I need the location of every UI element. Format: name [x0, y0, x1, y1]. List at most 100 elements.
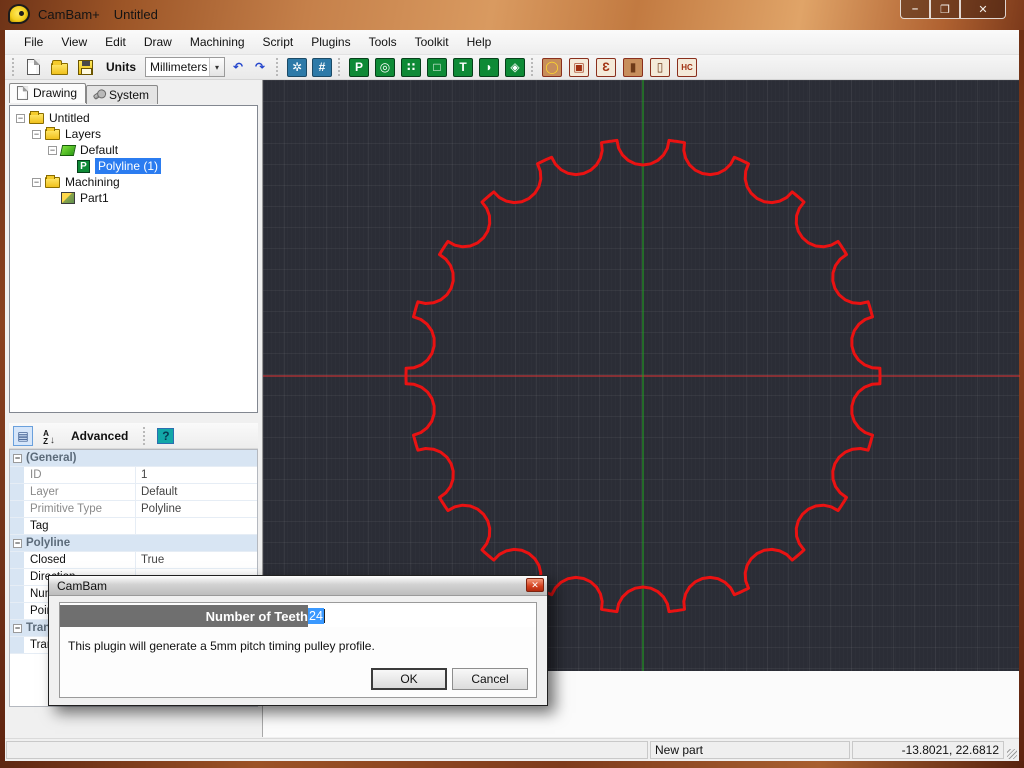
plugin-dialog: CamBam ✕ Number of Teeth 24 This plugin … — [48, 575, 548, 706]
prop-row-tag[interactable]: Tag — [10, 518, 257, 535]
prop-category--general-[interactable]: −(General) — [10, 450, 257, 467]
prop-category-polyline[interactable]: −Polyline — [10, 535, 257, 552]
menu-view[interactable]: View — [52, 31, 96, 53]
draw-text-icon[interactable]: T — [453, 58, 473, 77]
page-icon — [17, 86, 28, 100]
prop-value[interactable]: True — [136, 552, 257, 568]
menu-plugins[interactable]: Plugins — [302, 31, 359, 53]
menu-machining[interactable]: Machining — [181, 31, 254, 53]
new-file-icon[interactable] — [23, 58, 43, 77]
folder-icon — [45, 177, 60, 188]
undo-redo-group: ↶↷ — [228, 58, 270, 77]
pocket-mop-icon[interactable]: ▣ — [569, 58, 589, 77]
drawing-tree: −Untitled−Layers−DefaultPPolyline (1)−Ma… — [9, 105, 258, 413]
draw-rectangle-icon[interactable]: □ — [427, 58, 447, 77]
draw-circle-icon[interactable]: ◎ — [375, 58, 395, 77]
prop-indent — [10, 603, 24, 619]
tree-expander[interactable]: − — [48, 146, 57, 155]
teeth-prompt-label: Number of Teeth — [60, 605, 308, 627]
prop-indent — [10, 501, 24, 517]
prop-value[interactable] — [136, 518, 257, 534]
gcode-icon[interactable]: HC — [677, 58, 697, 77]
tree-item-part1[interactable]: Part1 — [10, 190, 257, 206]
tree-expander[interactable]: − — [32, 130, 41, 139]
category-expander[interactable]: − — [13, 539, 22, 548]
draw-arc-icon[interactable]: ◗ — [479, 58, 499, 77]
teeth-input[interactable]: 24 — [308, 605, 536, 627]
show-grid-icon[interactable]: # — [312, 58, 332, 77]
profile-mop-icon[interactable]: ◯ — [542, 58, 562, 77]
prop-value[interactable]: Polyline — [136, 501, 257, 517]
undo-icon[interactable]: ↶ — [228, 58, 248, 77]
tree-item-polyline-1-[interactable]: PPolyline (1) — [10, 158, 257, 174]
save-icon[interactable] — [75, 58, 95, 77]
machining-icon-group: ◯ ▣ Ɛ ▮ ▯ HC — [542, 58, 697, 77]
open-file-icon — [51, 63, 68, 75]
category-expander[interactable]: − — [13, 624, 22, 633]
tree-item-layers[interactable]: −Layers — [10, 126, 257, 142]
toolbar-grip — [338, 58, 343, 76]
menu-tools[interactable]: Tools — [360, 31, 406, 53]
prop-value[interactable]: 1 — [136, 467, 257, 483]
drill-mop-icon[interactable]: ▯ — [650, 58, 670, 77]
draw-surface-icon[interactable]: ◈ — [505, 58, 525, 77]
sort-z: Z — [43, 438, 49, 446]
tree-item-default[interactable]: − Default — [10, 142, 257, 158]
tree-expander[interactable]: − — [16, 114, 25, 123]
units-combobox[interactable]: Millimeters ▾ — [145, 57, 225, 77]
dialog-close-button[interactable]: ✕ — [526, 578, 544, 592]
ok-button[interactable]: OK — [371, 668, 447, 690]
tree-item-untitled[interactable]: −Untitled — [10, 110, 257, 126]
show-axes-icon[interactable]: ✲ — [287, 58, 307, 77]
tree-item-machining[interactable]: −Machining — [10, 174, 257, 190]
status-main — [6, 741, 648, 759]
prop-row-id[interactable]: ID1 — [10, 467, 257, 484]
toolbar-grip — [143, 427, 148, 445]
categorized-view-button[interactable]: ▤ — [13, 426, 33, 446]
cancel-button[interactable]: Cancel — [452, 668, 528, 690]
menu-draw[interactable]: Draw — [135, 31, 181, 53]
layer-icon — [60, 145, 76, 156]
menu-toolkit[interactable]: Toolkit — [406, 31, 458, 53]
window-border-bottom — [0, 761, 1024, 768]
menu-file[interactable]: File — [15, 31, 52, 53]
advanced-button[interactable]: Advanced — [65, 427, 134, 445]
prop-indent — [10, 586, 24, 602]
open-file-icon[interactable] — [49, 58, 69, 77]
dialog-body: Number of Teeth 24 This plugin will gene… — [59, 602, 537, 698]
title-bar: CamBam+Untitled – ❐ ✕ — [0, 0, 1024, 30]
toolbar-grip — [12, 58, 17, 76]
menu-edit[interactable]: Edit — [96, 31, 135, 53]
close-button[interactable]: ✕ — [960, 0, 1006, 19]
category-expander[interactable]: − — [13, 454, 22, 463]
minimize-button[interactable]: – — [900, 0, 930, 19]
tab-system[interactable]: System — [86, 85, 158, 104]
dialog-message: This plugin will generate a 5mm pitch ti… — [60, 627, 536, 653]
menu-bar: FileViewEditDrawMachiningScriptPluginsTo… — [5, 30, 1019, 55]
maximize-button[interactable]: ❐ — [930, 0, 960, 19]
engrave-mop-icon[interactable]: Ɛ — [596, 58, 616, 77]
lathe-mop-icon[interactable]: ▮ — [623, 58, 643, 77]
prop-label: Primitive Type — [24, 501, 136, 517]
menu-help[interactable]: Help — [458, 31, 501, 53]
redo-icon[interactable]: ↷ — [250, 58, 270, 77]
part-icon — [61, 192, 75, 204]
prop-row-layer[interactable]: LayerDefault — [10, 484, 257, 501]
draw-points-icon[interactable]: ∷ — [401, 58, 421, 77]
tree-item-label: Default — [80, 143, 118, 157]
help-button[interactable]: ? — [157, 428, 174, 444]
dialog-title: CamBam — [57, 579, 107, 593]
tab-drawing[interactable]: Drawing — [9, 83, 86, 103]
prop-row-primitive-type[interactable]: Primitive TypePolyline — [10, 501, 257, 518]
combo-arrow-icon[interactable]: ▾ — [209, 58, 224, 76]
wrench-icon — [93, 89, 106, 100]
menu-script[interactable]: Script — [254, 31, 303, 53]
sort-arrow-icon: ↓ — [50, 436, 55, 446]
alphabetical-sort-button[interactable]: AZ ↓ — [39, 426, 59, 446]
prop-row-closed[interactable]: ClosedTrue — [10, 552, 257, 569]
tree-expander[interactable]: − — [32, 178, 41, 187]
dialog-title-bar[interactable]: CamBam ✕ — [49, 576, 547, 596]
draw-polyline-icon[interactable]: P — [349, 58, 369, 77]
prop-value[interactable]: Default — [136, 484, 257, 500]
resize-grip[interactable] — [1005, 739, 1019, 761]
